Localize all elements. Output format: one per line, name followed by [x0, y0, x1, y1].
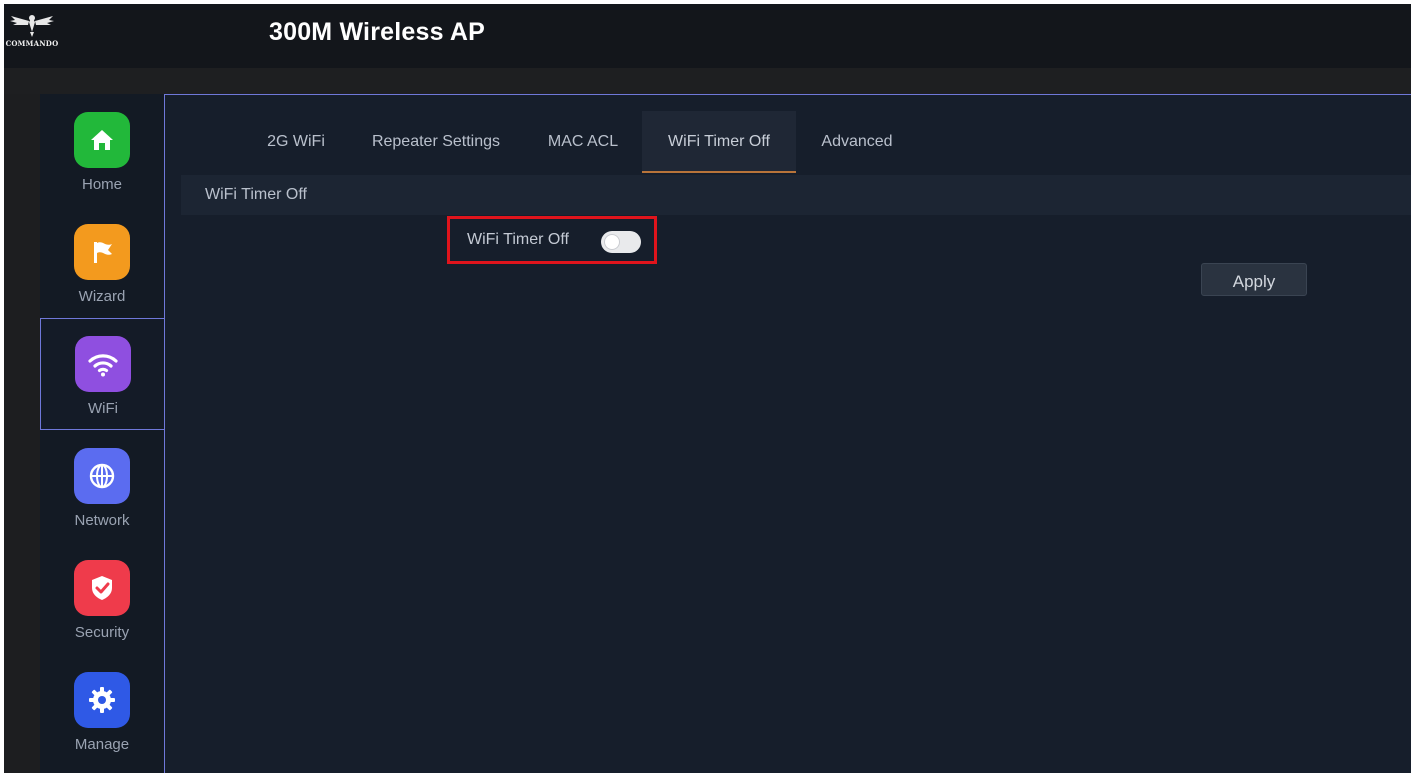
- sidebar-item-label: Manage: [74, 736, 130, 753]
- sidebar-item-label: Wizard: [78, 288, 126, 305]
- sidebar-item-wizard[interactable]: Wizard: [40, 206, 164, 318]
- main-content: 2G WiFi Repeater Settings MAC ACL WiFi T…: [164, 94, 1411, 773]
- winged-emblem-icon: [10, 15, 54, 37]
- wifi-timer-off-toggle[interactable]: [601, 231, 641, 253]
- sidebar: Home Wizard WiFi Network Security Manage: [40, 94, 165, 773]
- tab-advanced[interactable]: Advanced: [807, 111, 907, 171]
- tab-2g-wifi[interactable]: 2G WiFi: [251, 111, 341, 171]
- brand-logo: COMMANDO: [4, 12, 60, 56]
- sidebar-item-wifi[interactable]: WiFi: [40, 318, 165, 430]
- top-bar: COMMANDO 300M Wireless AP: [4, 4, 1411, 68]
- brand-logo-text: COMMANDO: [5, 39, 59, 48]
- tab-mac-acl[interactable]: MAC ACL: [533, 111, 633, 171]
- gear-icon: [74, 672, 130, 728]
- wifi-icon: [75, 336, 131, 392]
- globe-icon: [74, 448, 130, 504]
- header-spacer-band: [4, 68, 1411, 94]
- toggle-knob: [604, 234, 620, 250]
- tab-wifi-timer-off[interactable]: WiFi Timer Off: [642, 111, 796, 173]
- wifi-timer-off-row: WiFi Timer Off: [447, 216, 657, 264]
- router-admin-window: COMMANDO 300M Wireless AP Home Wizard Wi…: [4, 4, 1411, 773]
- sidebar-item-label: Home: [81, 176, 122, 193]
- sidebar-item-label: WiFi: [88, 400, 118, 417]
- sidebar-item-label: Security: [74, 624, 130, 641]
- sidebar-item-security[interactable]: Security: [40, 542, 164, 654]
- flag-icon: [74, 224, 130, 280]
- home-icon: [74, 112, 130, 168]
- tab-repeater-settings[interactable]: Repeater Settings: [361, 111, 511, 171]
- sidebar-item-home[interactable]: Home: [40, 94, 164, 206]
- sidebar-item-label: Network: [74, 512, 130, 529]
- section-title: WiFi Timer Off: [205, 186, 307, 203]
- apply-button[interactable]: Apply: [1201, 263, 1307, 296]
- tab-bar: 2G WiFi Repeater Settings MAC ACL WiFi T…: [181, 111, 1411, 173]
- app-title: 300M Wireless AP: [269, 18, 486, 46]
- sidebar-item-network[interactable]: Network: [40, 430, 164, 542]
- shield-icon: [74, 560, 130, 616]
- sidebar-item-manage[interactable]: Manage: [40, 654, 164, 766]
- wifi-timer-off-label: WiFi Timer Off: [467, 231, 569, 248]
- section-header: WiFi Timer Off: [181, 175, 1411, 215]
